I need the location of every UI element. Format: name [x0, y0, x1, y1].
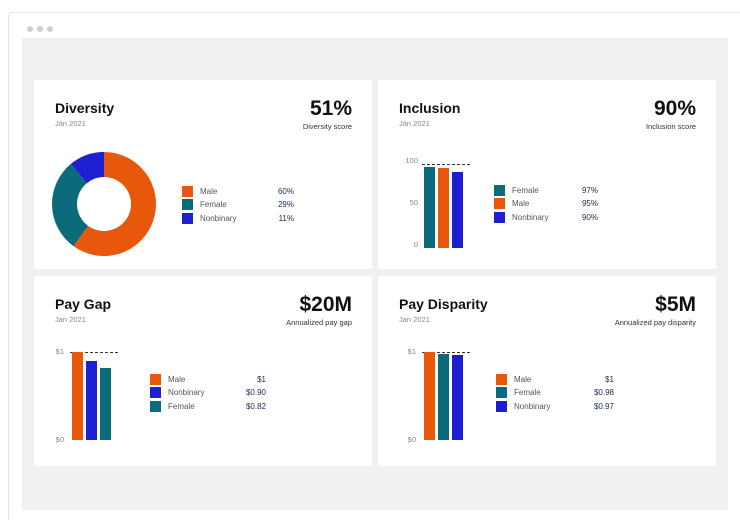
legend-label: Female — [514, 388, 541, 397]
bar-nonbinary[interactable] — [86, 360, 97, 440]
legend-value: $1 — [257, 374, 266, 384]
legend-swatch — [150, 387, 161, 398]
legend-swatch — [496, 373, 507, 385]
window-dot-icon[interactable] — [37, 26, 43, 32]
legend-value: $0.98 — [593, 388, 614, 397]
inclusion-legend: Female 97% Male 95% Nonbinary 90% — [494, 184, 604, 224]
legend-swatch — [150, 373, 161, 385]
legend-swatch — [150, 400, 161, 412]
card-title: Pay Gap — [55, 296, 112, 312]
pay-gap-amount: $20M — [299, 293, 352, 316]
pay-gap-card: Pay Gap Jan 2021 $20M Annualized pay gap… — [34, 276, 372, 466]
inclusion-score-label: Inclusion score — [645, 122, 696, 131]
pay-gap-legend: Male $1 Nonbinary $0.90 Female $0.82 — [150, 373, 268, 413]
diversity-score: 51% — [309, 97, 352, 120]
card-title: Pay Disparity — [399, 296, 488, 312]
pay-disparity-bar-chart — [422, 352, 470, 440]
legend-item: Nonbinary $0.97 — [496, 400, 614, 412]
bar-male[interactable] — [438, 168, 449, 248]
dashboard-canvas: Diversity Jan 2021 51% Diversity score M… — [22, 38, 728, 510]
y-tick-label: $1 — [55, 347, 64, 356]
y-tick-label: $1 — [407, 347, 416, 356]
pay-disparity-amount: $5M — [655, 293, 696, 316]
legend-item: Female 29% — [182, 199, 302, 211]
legend-swatch — [494, 198, 505, 209]
card-title: Diversity — [55, 100, 115, 116]
legend-item: Nonbinary 90% — [494, 211, 604, 223]
y-tick-label: 50 — [409, 198, 418, 207]
bar-male[interactable] — [72, 352, 83, 440]
bar-nonbinary[interactable] — [452, 354, 463, 440]
diversity-donut-chart — [51, 152, 156, 256]
legend-item: Female $0.98 — [496, 387, 614, 399]
legend-value: 95% — [581, 199, 598, 208]
card-title: Inclusion — [399, 100, 461, 116]
bar-nonbinary[interactable] — [452, 172, 463, 248]
y-tick-label: 100 — [405, 156, 418, 165]
legend-value: $0.82 — [245, 401, 266, 411]
legend-label: Nonbinary — [514, 401, 551, 411]
legend-label: Male — [168, 374, 186, 384]
legend-label: Female — [512, 185, 539, 195]
legend-value: 11% — [278, 213, 294, 223]
legend-swatch — [496, 387, 507, 398]
inclusion-bar-chart — [422, 164, 470, 248]
y-tick-label: $0 — [55, 435, 64, 444]
y-tick-label: 0 — [413, 240, 418, 249]
legend-label: Nonbinary — [200, 213, 237, 223]
legend-value: 29% — [277, 200, 294, 209]
legend-value: $0.90 — [245, 388, 266, 397]
legend-swatch — [494, 184, 505, 196]
legend-label: Male — [514, 374, 532, 384]
max-reference-line — [422, 164, 470, 165]
diversity-legend: Male 60% Female 29% Nonbinary 11% — [182, 185, 302, 225]
window-controls — [27, 26, 53, 32]
diversity-card: Diversity Jan 2021 51% Diversity score M… — [34, 80, 372, 269]
legend-value: $1 — [605, 374, 614, 384]
pay-gap-bar-chart — [70, 352, 118, 440]
legend-label: Male — [200, 186, 218, 196]
legend-swatch — [182, 212, 193, 224]
legend-item: Female 97% — [494, 184, 604, 196]
pay-disparity-card: Pay Disparity Jan 2021 $5M Annualized pa… — [378, 276, 716, 466]
inclusion-score: 90% — [653, 97, 696, 120]
legend-swatch — [182, 199, 193, 210]
legend-item: Female $0.82 — [150, 400, 268, 412]
legend-label: Male — [512, 199, 530, 208]
legend-value: 90% — [581, 212, 598, 222]
y-tick-label: $0 — [407, 435, 416, 444]
legend-swatch — [182, 185, 193, 197]
legend-label: Nonbinary — [168, 388, 205, 397]
legend-item: Nonbinary 11% — [182, 212, 302, 224]
bar-female[interactable] — [424, 166, 435, 248]
card-date: Jan 2021 — [55, 315, 86, 324]
legend-label: Female — [200, 200, 227, 209]
pay-gap-label: Annualized pay gap — [286, 318, 352, 327]
legend-value: $0.97 — [593, 401, 614, 411]
legend-item: Male 60% — [182, 185, 302, 197]
legend-swatch — [496, 400, 507, 412]
legend-item: Male $1 — [150, 373, 268, 385]
legend-item: Nonbinary $0.90 — [150, 387, 268, 399]
card-date: Jan 2021 — [399, 119, 430, 128]
legend-value: 97% — [581, 185, 598, 195]
bar-female[interactable] — [100, 367, 111, 440]
card-date: Jan 2021 — [399, 315, 430, 324]
legend-label: Female — [168, 401, 195, 411]
inclusion-card: Inclusion Jan 2021 90% Inclusion score 1… — [378, 80, 716, 269]
card-date: Jan 2021 — [55, 119, 86, 128]
legend-item: Male 95% — [494, 198, 604, 210]
diversity-score-label: Diversity score — [302, 122, 352, 131]
legend-label: Nonbinary — [512, 212, 549, 222]
window-dot-icon[interactable] — [27, 26, 33, 32]
legend-value: 60% — [277, 186, 294, 196]
bar-female[interactable] — [438, 353, 449, 440]
bar-male[interactable] — [424, 352, 435, 440]
window-dot-icon[interactable] — [47, 26, 53, 32]
pay-disparity-legend: Male $1 Female $0.98 Nonbinary $0.97 — [496, 373, 614, 413]
pay-disparity-label: Annualized pay disparity — [614, 318, 696, 327]
legend-swatch — [494, 211, 505, 223]
legend-item: Male $1 — [496, 373, 614, 385]
